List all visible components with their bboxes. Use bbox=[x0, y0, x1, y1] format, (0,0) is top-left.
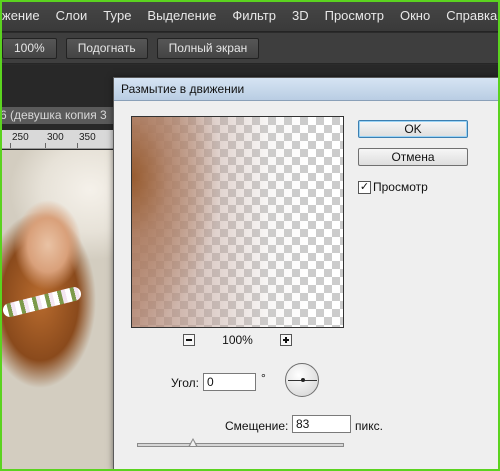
menu-bar: жение Слои Type Выделение Фильтр 3D Прос… bbox=[0, 0, 500, 32]
offset-slider-thumb-face bbox=[189, 440, 196, 446]
menu-item-layers[interactable]: Слои bbox=[48, 0, 96, 31]
menu-item-filter[interactable]: Фильтр bbox=[224, 0, 284, 31]
menu-item-image-edit[interactable]: жение bbox=[0, 0, 48, 31]
dialog-title-bar[interactable]: Размытие в движении bbox=[114, 78, 499, 101]
angle-input[interactable]: 0 bbox=[203, 373, 256, 391]
preview-image bbox=[132, 117, 343, 327]
cancel-button[interactable]: Отмена bbox=[358, 148, 468, 166]
motion-blur-dialog: Размытие в движении 100% OK Отмена ✓ Про… bbox=[113, 77, 500, 471]
offset-input[interactable]: 83 bbox=[292, 415, 351, 433]
preview-zoom-controls: 100% bbox=[131, 332, 344, 348]
horizontal-ruler: 250 300 350 bbox=[0, 130, 118, 149]
menu-item-select[interactable]: Выделение bbox=[139, 0, 224, 31]
preview-checkbox[interactable]: ✓ bbox=[358, 180, 371, 194]
offset-slider-track[interactable] bbox=[137, 443, 344, 447]
menu-item-window[interactable]: Окно bbox=[392, 0, 438, 31]
ruler-mark bbox=[10, 143, 11, 148]
checkmark-icon: ✓ bbox=[359, 180, 370, 193]
ruler-mark bbox=[45, 143, 46, 148]
zoom-out-button[interactable] bbox=[183, 334, 196, 346]
angle-dial-center bbox=[301, 378, 305, 382]
menu-item-type[interactable]: Type bbox=[95, 0, 139, 31]
options-bar: 100% Подогнать Полный экран bbox=[0, 33, 500, 64]
ruler-tick: 350 bbox=[79, 132, 96, 143]
angle-dial[interactable] bbox=[285, 363, 319, 397]
filter-preview[interactable] bbox=[131, 116, 344, 328]
document-tab[interactable]: 6 (девушка копия 3 bbox=[0, 107, 118, 124]
ok-button[interactable]: OK bbox=[358, 120, 468, 138]
minus-icon bbox=[186, 339, 193, 341]
menu-item-3d[interactable]: 3D bbox=[284, 0, 317, 31]
ruler-tick: 250 bbox=[12, 132, 29, 143]
flower-wreath-image bbox=[1, 285, 83, 319]
ruler-mark bbox=[77, 143, 78, 148]
preview-checkbox-row[interactable]: ✓ Просмотр bbox=[358, 180, 428, 194]
ruler-tick: 300 bbox=[47, 132, 64, 143]
menu-item-help[interactable]: Справка bbox=[438, 0, 500, 31]
menu-item-view[interactable]: Просмотр bbox=[317, 0, 392, 31]
preview-zoom-level: 100% bbox=[222, 333, 253, 347]
degree-symbol: ° bbox=[261, 371, 266, 385]
offset-slider-thumb[interactable] bbox=[187, 438, 198, 447]
zoom-100-button[interactable]: 100% bbox=[2, 37, 57, 59]
preview-checkbox-label: Просмотр bbox=[373, 180, 428, 194]
fit-screen-button[interactable]: Подогнать bbox=[65, 37, 148, 59]
plus-icon-vertical bbox=[284, 337, 287, 343]
full-screen-button[interactable]: Полный экран bbox=[156, 37, 260, 59]
document-canvas-photo[interactable] bbox=[0, 150, 118, 471]
angle-label: Угол: bbox=[171, 376, 199, 390]
zoom-in-button[interactable] bbox=[279, 334, 292, 346]
offset-units: пикс. bbox=[355, 419, 383, 433]
offset-label: Смещение: bbox=[225, 419, 289, 433]
dialog-title: Размытие в движении bbox=[121, 82, 245, 96]
